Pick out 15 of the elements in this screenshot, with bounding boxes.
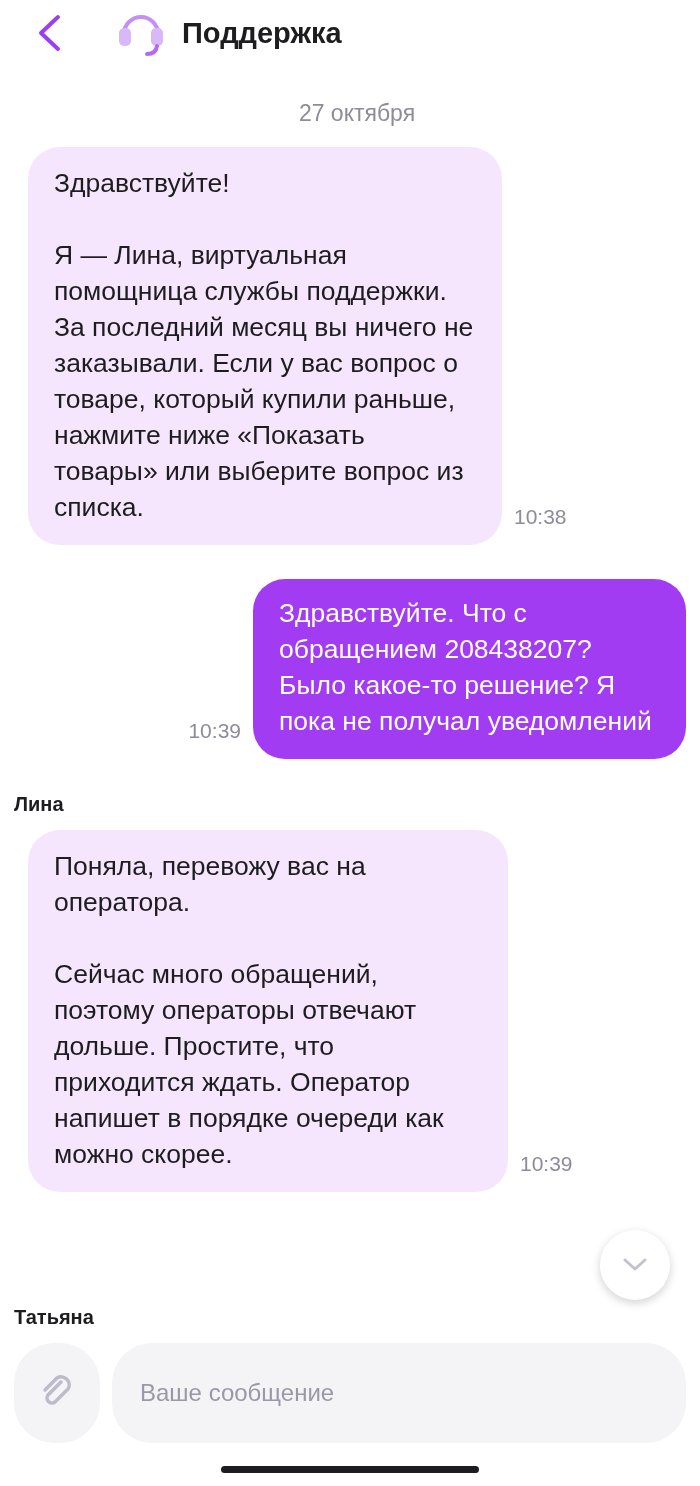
message-time: 10:38	[514, 505, 567, 529]
message-text: Сейчас много обращений, поэтому операторы отвечают дольше. Простите, что приходится ждать. Оператор напишет в порядке очереди как можно скорее.	[54, 958, 445, 1171]
operator-name: Татьяна	[14, 1306, 94, 1328]
chat-title: Поддержка	[182, 16, 342, 50]
message-time: 10:39	[520, 1152, 573, 1176]
message-input[interactable]: Ваше сообщение	[112, 1343, 686, 1443]
sender-name: Лина	[14, 793, 65, 816]
message-text: Я — Лина, виртуальная помощница службы поддержки. За последний месяц вы ничего не заказывали. Если у вас вопрос о товаре, который купили раньше, нажмите ниже «Показать товары» или выберите вопрос из списка.	[54, 239, 474, 524]
message-text: Здравствуйте. Что с обращением 208438207? Было какое-то решение? Я пока не получал уведомлений	[279, 597, 653, 738]
message-time: 10:39	[188, 719, 241, 743]
message-text: Поняла, перевожу вас на оператора.	[54, 850, 367, 919]
date-label: 27 октября	[297, 100, 417, 127]
scroll-down-button[interactable]	[600, 1230, 670, 1300]
message-text: Здравствуйте!	[54, 167, 231, 200]
chevron-down-icon	[623, 1258, 647, 1272]
